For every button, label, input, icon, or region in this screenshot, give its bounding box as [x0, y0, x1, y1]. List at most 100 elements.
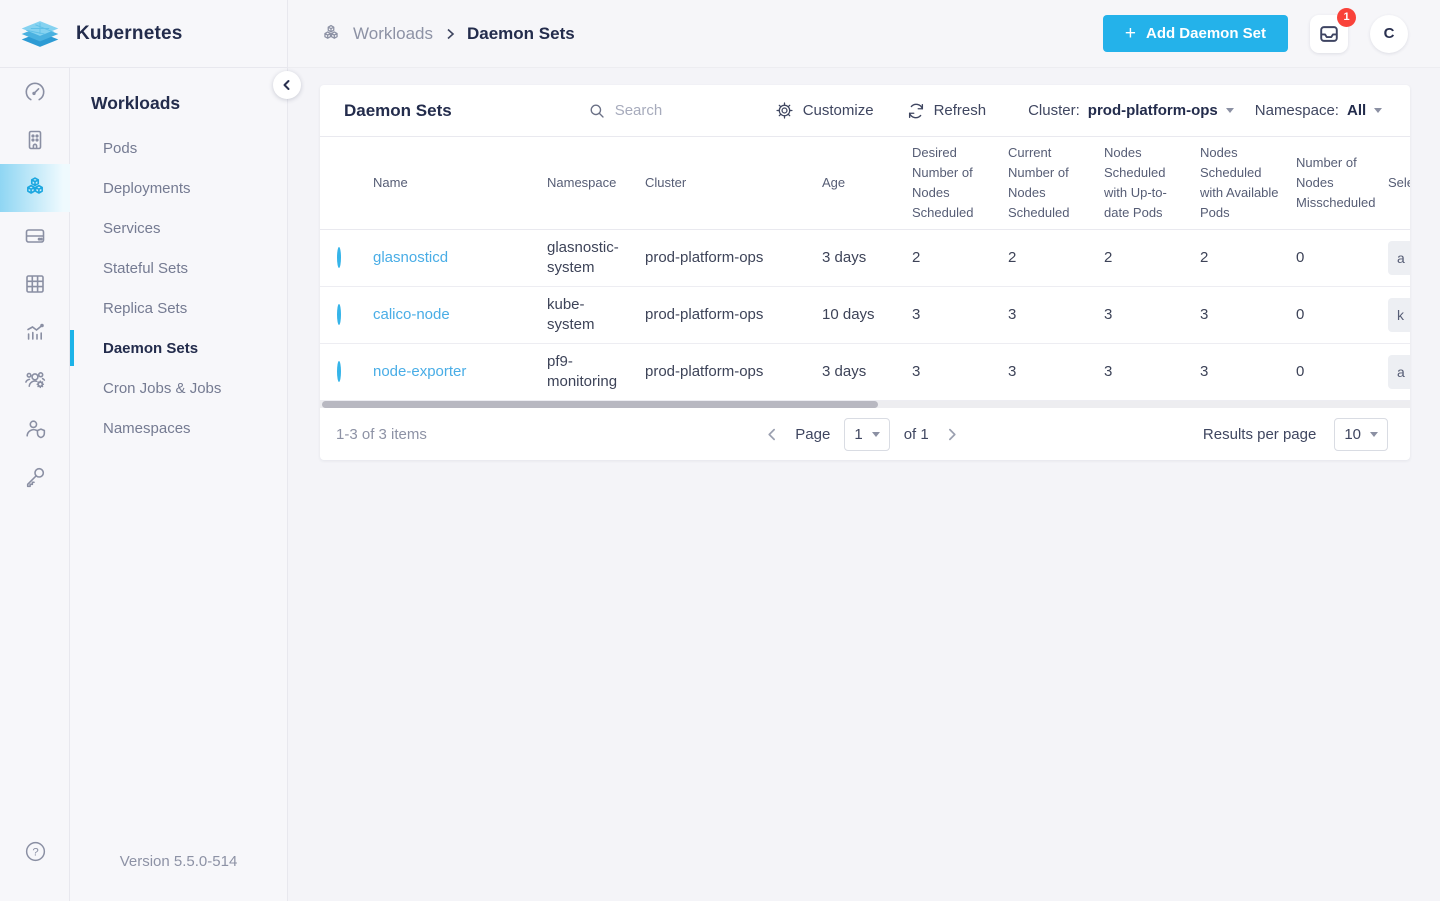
namespace-dropdown[interactable]: Namespace: All — [1255, 102, 1383, 119]
cell-desired: 3 — [912, 363, 921, 380]
cell-desired: 2 — [912, 249, 921, 266]
header-actions: + Add Daemon Set 1 C — [1102, 7, 1408, 53]
page-label: Page — [795, 425, 831, 443]
breadcrumb: Workloads Daemon Sets — [320, 23, 575, 45]
table-row: calico-node kube-system prod-platform-op… — [320, 287, 1410, 344]
gear-icon — [775, 101, 794, 120]
cluster-dropdown[interactable]: Cluster: prod-platform-ops — [1028, 102, 1234, 119]
column-desired-nodes: Desired Number of Nodes Scheduled — [912, 145, 974, 220]
previous-page-button[interactable] — [764, 426, 781, 443]
results-per-page-label: Results per page — [1202, 425, 1317, 443]
rail-item-dashboard[interactable] — [0, 68, 70, 116]
sidebar-item-deployments[interactable]: Deployments — [70, 168, 287, 208]
cell-current: 2 — [1008, 249, 1017, 266]
main-content: Daemon Sets Customize — [288, 68, 1440, 901]
workloads-cubes-icon — [320, 23, 342, 45]
kubernetes-layers-logo-icon — [18, 18, 62, 50]
cell-misscheduled: 0 — [1296, 249, 1305, 266]
daemonset-name-link[interactable]: node-exporter — [373, 363, 466, 380]
monitoring-chart-icon — [23, 320, 47, 344]
cell-available: 3 — [1200, 363, 1209, 380]
rail-item-help[interactable]: ? — [0, 827, 70, 875]
cell-current: 3 — [1008, 363, 1017, 380]
customize-button[interactable]: Customize — [775, 101, 874, 120]
rail-item-access-control[interactable] — [0, 404, 70, 452]
breadcrumb-parent[interactable]: Workloads — [353, 24, 433, 44]
table-row: node-exporter pf9-monitoring prod-platfo… — [320, 344, 1410, 401]
version-label: Version 5.5.0-514 — [119, 853, 238, 870]
sidebar-item-label: Services — [103, 219, 161, 237]
cluster-value: prod-platform-ops — [1087, 102, 1218, 119]
cell-cluster: prod-platform-ops — [645, 306, 764, 323]
search-input[interactable] — [614, 102, 705, 119]
page-of-label: of 1 — [903, 425, 929, 443]
sidebar-item-daemon-sets[interactable]: Daemon Sets — [70, 328, 287, 368]
daemonset-name-link[interactable]: calico-node — [373, 306, 450, 323]
daemonset-name-link[interactable]: glasnosticd — [373, 249, 448, 266]
column-current-nodes: Current Number of Nodes Scheduled — [1008, 145, 1070, 220]
sidebar-item-namespaces[interactable]: Namespaces — [70, 408, 287, 448]
search-box[interactable] — [588, 102, 705, 120]
customize-label: Customize — [802, 102, 874, 119]
refresh-label: Refresh — [933, 102, 987, 119]
cell-namespace: pf9-monitoring — [547, 353, 618, 390]
rail-item-user-management[interactable] — [0, 356, 70, 404]
add-daemon-set-button[interactable]: + Add Daemon Set — [1102, 15, 1288, 52]
rail-item-infrastructure[interactable] — [0, 116, 70, 164]
cell-cluster: prod-platform-ops — [645, 249, 764, 266]
sidebar-item-label: Stateful Sets — [103, 259, 189, 277]
caret-down-icon — [1225, 108, 1234, 113]
rail-item-monitoring[interactable] — [0, 308, 70, 356]
sidebar-item-label: Cron Jobs & Jobs — [103, 379, 222, 397]
results-per-page: Results per page 10 — [960, 417, 1389, 451]
user-avatar[interactable]: C — [1370, 14, 1408, 53]
rail-item-storage[interactable] — [0, 212, 70, 260]
add-daemon-set-label: Add Daemon Set — [1145, 25, 1266, 42]
icon-rail: ? — [0, 68, 70, 901]
cell-misscheduled: 0 — [1296, 306, 1305, 323]
row-radio[interactable] — [337, 247, 341, 268]
sidebar-item-label: Deployments — [103, 179, 191, 197]
users-group-gear-icon — [23, 368, 48, 393]
sidebar: Workloads Pods Deployments Services Stat… — [70, 68, 301, 901]
card-toolbar: Daemon Sets Customize — [320, 85, 1410, 137]
cell-age: 10 days — [822, 306, 875, 323]
apps-grid-icon — [23, 272, 47, 296]
sidebar-item-services[interactable]: Services — [70, 208, 287, 248]
cell-age: 3 days — [822, 249, 867, 266]
column-age: Age — [822, 175, 846, 190]
column-name: Name — [373, 175, 408, 190]
rail-item-apps[interactable] — [0, 260, 70, 308]
column-available-nodes: Nodes Scheduled with Available Pods — [1200, 145, 1279, 220]
cluster-label: Cluster: — [1028, 102, 1080, 119]
dashboard-gauge-icon — [23, 80, 47, 104]
refresh-button[interactable]: Refresh — [907, 102, 987, 120]
sidebar-item-label: Daemon Sets — [103, 339, 199, 357]
sidebar-title: Workloads — [91, 93, 181, 113]
column-selector: Selector — [1388, 175, 1410, 190]
daemon-sets-card: Daemon Sets Customize — [320, 85, 1410, 460]
cell-cluster: prod-platform-ops — [645, 363, 764, 380]
cell-current: 3 — [1008, 306, 1017, 323]
cell-uptodate: 3 — [1104, 363, 1113, 380]
results-per-page-value: 10 — [1344, 425, 1362, 443]
sidebar-item-replica-sets[interactable]: Replica Sets — [70, 288, 287, 328]
row-radio[interactable] — [337, 304, 341, 325]
sidebar-item-pods[interactable]: Pods — [70, 128, 287, 168]
results-per-page-select[interactable]: 10 — [1334, 417, 1389, 451]
sidebar-item-label: Pods — [103, 139, 138, 157]
cell-available: 2 — [1200, 249, 1209, 266]
page-select[interactable]: 1 — [844, 417, 890, 451]
logo-area[interactable]: Kubernetes — [0, 0, 288, 68]
next-page-button[interactable] — [943, 426, 960, 443]
chevron-right-icon — [444, 28, 456, 40]
horizontal-scrollbar-thumb[interactable] — [322, 401, 878, 408]
rail-item-workloads[interactable] — [0, 164, 70, 212]
inbox-tray-icon — [1318, 23, 1340, 45]
row-radio[interactable] — [337, 361, 341, 382]
rail-item-api-access[interactable] — [0, 452, 70, 500]
sidebar-item-cron-jobs[interactable]: Cron Jobs & Jobs — [70, 368, 287, 408]
sidebar-collapse-button[interactable] — [273, 71, 301, 99]
caret-down-icon — [871, 431, 880, 437]
sidebar-item-stateful-sets[interactable]: Stateful Sets — [70, 248, 287, 288]
